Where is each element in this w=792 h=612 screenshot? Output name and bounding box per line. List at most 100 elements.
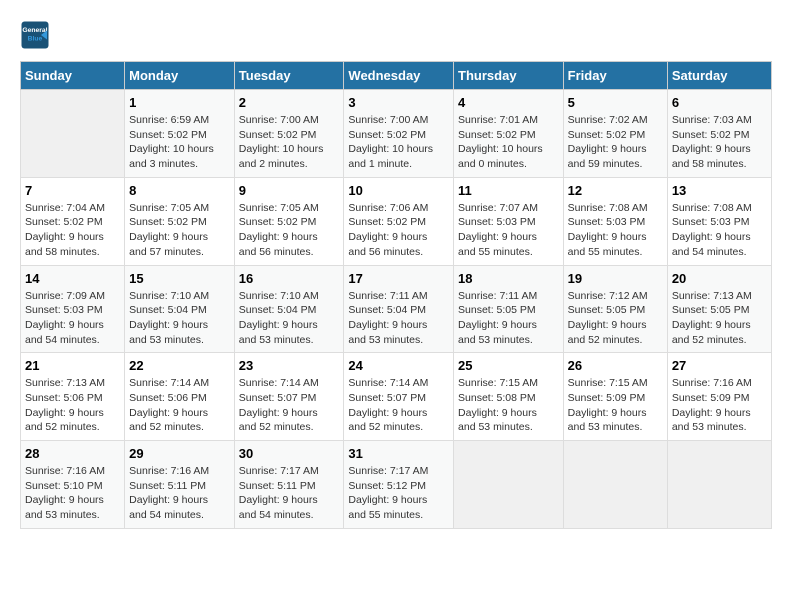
day-info: Sunrise: 7:11 AM Sunset: 5:04 PM Dayligh… bbox=[348, 289, 449, 348]
calendar-cell: 24Sunrise: 7:14 AM Sunset: 5:07 PM Dayli… bbox=[344, 353, 454, 441]
day-info: Sunrise: 7:16 AM Sunset: 5:11 PM Dayligh… bbox=[129, 464, 230, 523]
svg-text:Blue: Blue bbox=[28, 35, 43, 42]
day-number: 2 bbox=[239, 95, 340, 110]
calendar-cell: 26 Sunrise: 7:15 AM Sunset: 5:09 PM Dayli… bbox=[563, 353, 667, 441]
day-info: Sunrise: 7:16 AM Sunset: 5:09 PM Dayligh… bbox=[672, 376, 767, 435]
calendar-cell: 7 Sunrise: 7:04 AM Sunset: 5:02 PM Daylig… bbox=[21, 177, 125, 265]
calendar-cell bbox=[454, 441, 564, 529]
day-info: Sunrise: 7:00 AM Sunset: 5:02 PM Dayligh… bbox=[348, 113, 449, 172]
header-day-wednesday: Wednesday bbox=[344, 62, 454, 90]
day-number: 11 bbox=[458, 183, 559, 198]
day-info: Sunrise: 7:05 AM Sunset: 5:02 PM Dayligh… bbox=[129, 201, 230, 260]
calendar-week-row: 21 Sunrise: 7:13 AM Sunset: 5:06 PM Dayli… bbox=[21, 353, 772, 441]
day-number: 14 bbox=[25, 271, 120, 286]
calendar-cell: 8 Sunrise: 7:05 AM Sunset: 5:02 PM Daylig… bbox=[125, 177, 235, 265]
header-day-monday: Monday bbox=[125, 62, 235, 90]
calendar-cell: 16 Sunrise: 7:10 AM Sunset: 5:04 PM Dayli… bbox=[234, 265, 344, 353]
day-info: Sunrise: 7:09 AM Sunset: 5:03 PM Dayligh… bbox=[25, 289, 120, 348]
day-number: 28 bbox=[25, 446, 120, 461]
day-number: 7 bbox=[25, 183, 120, 198]
day-number: 17 bbox=[348, 271, 449, 286]
calendar-cell bbox=[21, 90, 125, 178]
day-info: Sunrise: 7:02 AM Sunset: 5:02 PM Dayligh… bbox=[568, 113, 663, 172]
day-info: Sunrise: 7:07 AM Sunset: 5:03 PM Dayligh… bbox=[458, 201, 559, 260]
calendar-cell bbox=[667, 441, 771, 529]
calendar-cell: 18Sunrise: 7:11 AM Sunset: 5:05 PM Dayli… bbox=[454, 265, 564, 353]
calendar-cell: 10 Sunrise: 7:06 AM Sunset: 5:02 PM Dayli… bbox=[344, 177, 454, 265]
day-info: Sunrise: 7:00 AM Sunset: 5:02 PM Dayligh… bbox=[239, 113, 340, 172]
day-number: 19 bbox=[568, 271, 663, 286]
calendar-cell: 30 Sunrise: 7:17 AM Sunset: 5:11 PM Dayli… bbox=[234, 441, 344, 529]
calendar-cell bbox=[563, 441, 667, 529]
header-day-sunday: Sunday bbox=[21, 62, 125, 90]
day-number: 23 bbox=[239, 358, 340, 373]
calendar-cell: 20Sunrise: 7:13 AM Sunset: 5:05 PM Dayli… bbox=[667, 265, 771, 353]
calendar-week-row: 14 Sunrise: 7:09 AM Sunset: 5:03 PM Dayli… bbox=[21, 265, 772, 353]
day-info: Sunrise: 7:14 AM Sunset: 5:06 PM Dayligh… bbox=[129, 376, 230, 435]
header-day-friday: Friday bbox=[563, 62, 667, 90]
calendar-table: SundayMondayTuesdayWednesdayThursdayFrid… bbox=[20, 61, 772, 529]
day-number: 4 bbox=[458, 95, 559, 110]
calendar-cell: 27 Sunrise: 7:16 AM Sunset: 5:09 PM Dayli… bbox=[667, 353, 771, 441]
day-info: Sunrise: 7:13 AM Sunset: 5:06 PM Dayligh… bbox=[25, 376, 120, 435]
day-number: 3 bbox=[348, 95, 449, 110]
day-number: 30 bbox=[239, 446, 340, 461]
day-number: 18 bbox=[458, 271, 559, 286]
calendar-cell: 4 Sunrise: 7:01 AM Sunset: 5:02 PM Daylig… bbox=[454, 90, 564, 178]
calendar-cell: 2 Sunrise: 7:00 AM Sunset: 5:02 PM Daylig… bbox=[234, 90, 344, 178]
calendar-cell: 31 Sunrise: 7:17 AM Sunset: 5:12 PM Dayli… bbox=[344, 441, 454, 529]
day-number: 24 bbox=[348, 358, 449, 373]
day-info: Sunrise: 7:15 AM Sunset: 5:08 PM Dayligh… bbox=[458, 376, 559, 435]
day-info: Sunrise: 7:10 AM Sunset: 5:04 PM Dayligh… bbox=[239, 289, 340, 348]
day-number: 12 bbox=[568, 183, 663, 198]
day-info: Sunrise: 7:04 AM Sunset: 5:02 PM Dayligh… bbox=[25, 201, 120, 260]
calendar-cell: 22Sunrise: 7:14 AM Sunset: 5:06 PM Dayli… bbox=[125, 353, 235, 441]
day-info: Sunrise: 7:08 AM Sunset: 5:03 PM Dayligh… bbox=[568, 201, 663, 260]
day-info: Sunrise: 7:14 AM Sunset: 5:07 PM Dayligh… bbox=[239, 376, 340, 435]
calendar-cell: 12 Sunrise: 7:08 AM Sunset: 5:03 PM Dayli… bbox=[563, 177, 667, 265]
header-day-tuesday: Tuesday bbox=[234, 62, 344, 90]
day-number: 15 bbox=[129, 271, 230, 286]
page-header: General Blue bbox=[20, 20, 772, 55]
day-number: 16 bbox=[239, 271, 340, 286]
calendar-cell: 29 Sunrise: 7:16 AM Sunset: 5:11 PM Dayli… bbox=[125, 441, 235, 529]
day-number: 26 bbox=[568, 358, 663, 373]
calendar-cell: 21 Sunrise: 7:13 AM Sunset: 5:06 PM Dayli… bbox=[21, 353, 125, 441]
calendar-cell: 11 Sunrise: 7:07 AM Sunset: 5:03 PM Dayli… bbox=[454, 177, 564, 265]
day-number: 27 bbox=[672, 358, 767, 373]
calendar-cell: 3 Sunrise: 7:00 AM Sunset: 5:02 PM Daylig… bbox=[344, 90, 454, 178]
day-number: 21 bbox=[25, 358, 120, 373]
calendar-cell: 14 Sunrise: 7:09 AM Sunset: 5:03 PM Dayli… bbox=[21, 265, 125, 353]
day-number: 13 bbox=[672, 183, 767, 198]
calendar-cell: 5 Sunrise: 7:02 AM Sunset: 5:02 PM Daylig… bbox=[563, 90, 667, 178]
calendar-cell: 25 Sunrise: 7:15 AM Sunset: 5:08 PM Dayli… bbox=[454, 353, 564, 441]
day-number: 25 bbox=[458, 358, 559, 373]
calendar-cell: 13 Sunrise: 7:08 AM Sunset: 5:03 PM Dayli… bbox=[667, 177, 771, 265]
day-number: 29 bbox=[129, 446, 230, 461]
day-number: 5 bbox=[568, 95, 663, 110]
calendar-cell: 15 Sunrise: 7:10 AM Sunset: 5:04 PM Dayli… bbox=[125, 265, 235, 353]
day-number: 31 bbox=[348, 446, 449, 461]
calendar-header-row: SundayMondayTuesdayWednesdayThursdayFrid… bbox=[21, 62, 772, 90]
calendar-cell: 6Sunrise: 7:03 AM Sunset: 5:02 PM Daylig… bbox=[667, 90, 771, 178]
day-number: 10 bbox=[348, 183, 449, 198]
calendar-week-row: 1Sunrise: 6:59 AM Sunset: 5:02 PM Daylig… bbox=[21, 90, 772, 178]
logo: General Blue bbox=[20, 20, 54, 50]
logo-icon: General Blue bbox=[20, 20, 50, 50]
calendar-week-row: 7 Sunrise: 7:04 AM Sunset: 5:02 PM Daylig… bbox=[21, 177, 772, 265]
day-info: Sunrise: 7:01 AM Sunset: 5:02 PM Dayligh… bbox=[458, 113, 559, 172]
day-number: 1 bbox=[129, 95, 230, 110]
calendar-cell: 9Sunrise: 7:05 AM Sunset: 5:02 PM Daylig… bbox=[234, 177, 344, 265]
calendar-week-row: 28Sunrise: 7:16 AM Sunset: 5:10 PM Dayli… bbox=[21, 441, 772, 529]
day-info: Sunrise: 7:03 AM Sunset: 5:02 PM Dayligh… bbox=[672, 113, 767, 172]
header-day-saturday: Saturday bbox=[667, 62, 771, 90]
day-info: Sunrise: 7:10 AM Sunset: 5:04 PM Dayligh… bbox=[129, 289, 230, 348]
day-info: Sunrise: 7:08 AM Sunset: 5:03 PM Dayligh… bbox=[672, 201, 767, 260]
day-info: Sunrise: 7:06 AM Sunset: 5:02 PM Dayligh… bbox=[348, 201, 449, 260]
day-info: Sunrise: 7:13 AM Sunset: 5:05 PM Dayligh… bbox=[672, 289, 767, 348]
day-info: Sunrise: 7:15 AM Sunset: 5:09 PM Dayligh… bbox=[568, 376, 663, 435]
calendar-cell: 28Sunrise: 7:16 AM Sunset: 5:10 PM Dayli… bbox=[21, 441, 125, 529]
day-info: Sunrise: 7:17 AM Sunset: 5:11 PM Dayligh… bbox=[239, 464, 340, 523]
day-number: 8 bbox=[129, 183, 230, 198]
day-info: Sunrise: 7:17 AM Sunset: 5:12 PM Dayligh… bbox=[348, 464, 449, 523]
